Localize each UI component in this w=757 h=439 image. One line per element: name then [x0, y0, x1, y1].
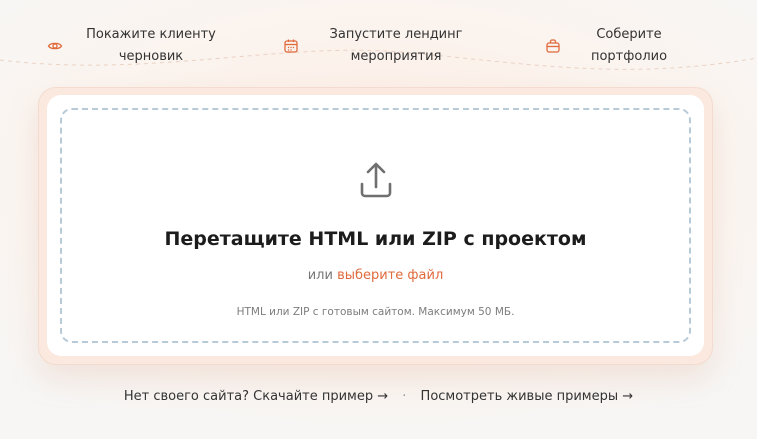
- feature-item-draft: Покажите клиенту черновик: [46, 24, 226, 68]
- upload-icon: [354, 158, 398, 202]
- or-text: или: [307, 268, 333, 283]
- feature-item-portfolio: Соберите портфолио: [544, 24, 684, 68]
- link-separator: ·: [402, 389, 407, 404]
- dropzone-or-line: или выберите файл: [62, 268, 689, 283]
- feature-label: Покажите клиенту черновик: [86, 27, 216, 64]
- upload-card-inner: Перетащите HTML или ZIP с проектом или в…: [47, 95, 704, 356]
- bottom-links: Нет своего сайта? Скачайте пример → · По…: [0, 389, 757, 404]
- calendar-icon: [282, 37, 300, 55]
- eye-icon: [46, 37, 64, 55]
- file-dropzone[interactable]: Перетащите HTML или ZIP с проектом или в…: [60, 108, 691, 343]
- feature-list: Покажите клиенту черновик Запустите ленд…: [0, 24, 757, 74]
- dropzone-hint: HTML или ZIP с готовым сайтом. Максимум …: [236, 306, 515, 318]
- live-examples-link[interactable]: Посмотреть живые примеры →: [421, 389, 634, 404]
- download-example-link[interactable]: Нет своего сайта? Скачайте пример →: [124, 389, 388, 404]
- bag-icon: [544, 37, 562, 55]
- feature-label: Соберите портфолио: [590, 27, 668, 64]
- choose-file-link[interactable]: выберите файл: [337, 268, 443, 283]
- upload-card: Перетащите HTML или ZIP с проектом или в…: [38, 87, 713, 365]
- dropzone-title: Перетащите HTML или ZIP с проектом: [164, 228, 587, 250]
- feature-label: Запустите лендинг мероприятия: [329, 27, 463, 64]
- feature-item-landing: Запустите лендинг мероприятия: [282, 24, 480, 68]
